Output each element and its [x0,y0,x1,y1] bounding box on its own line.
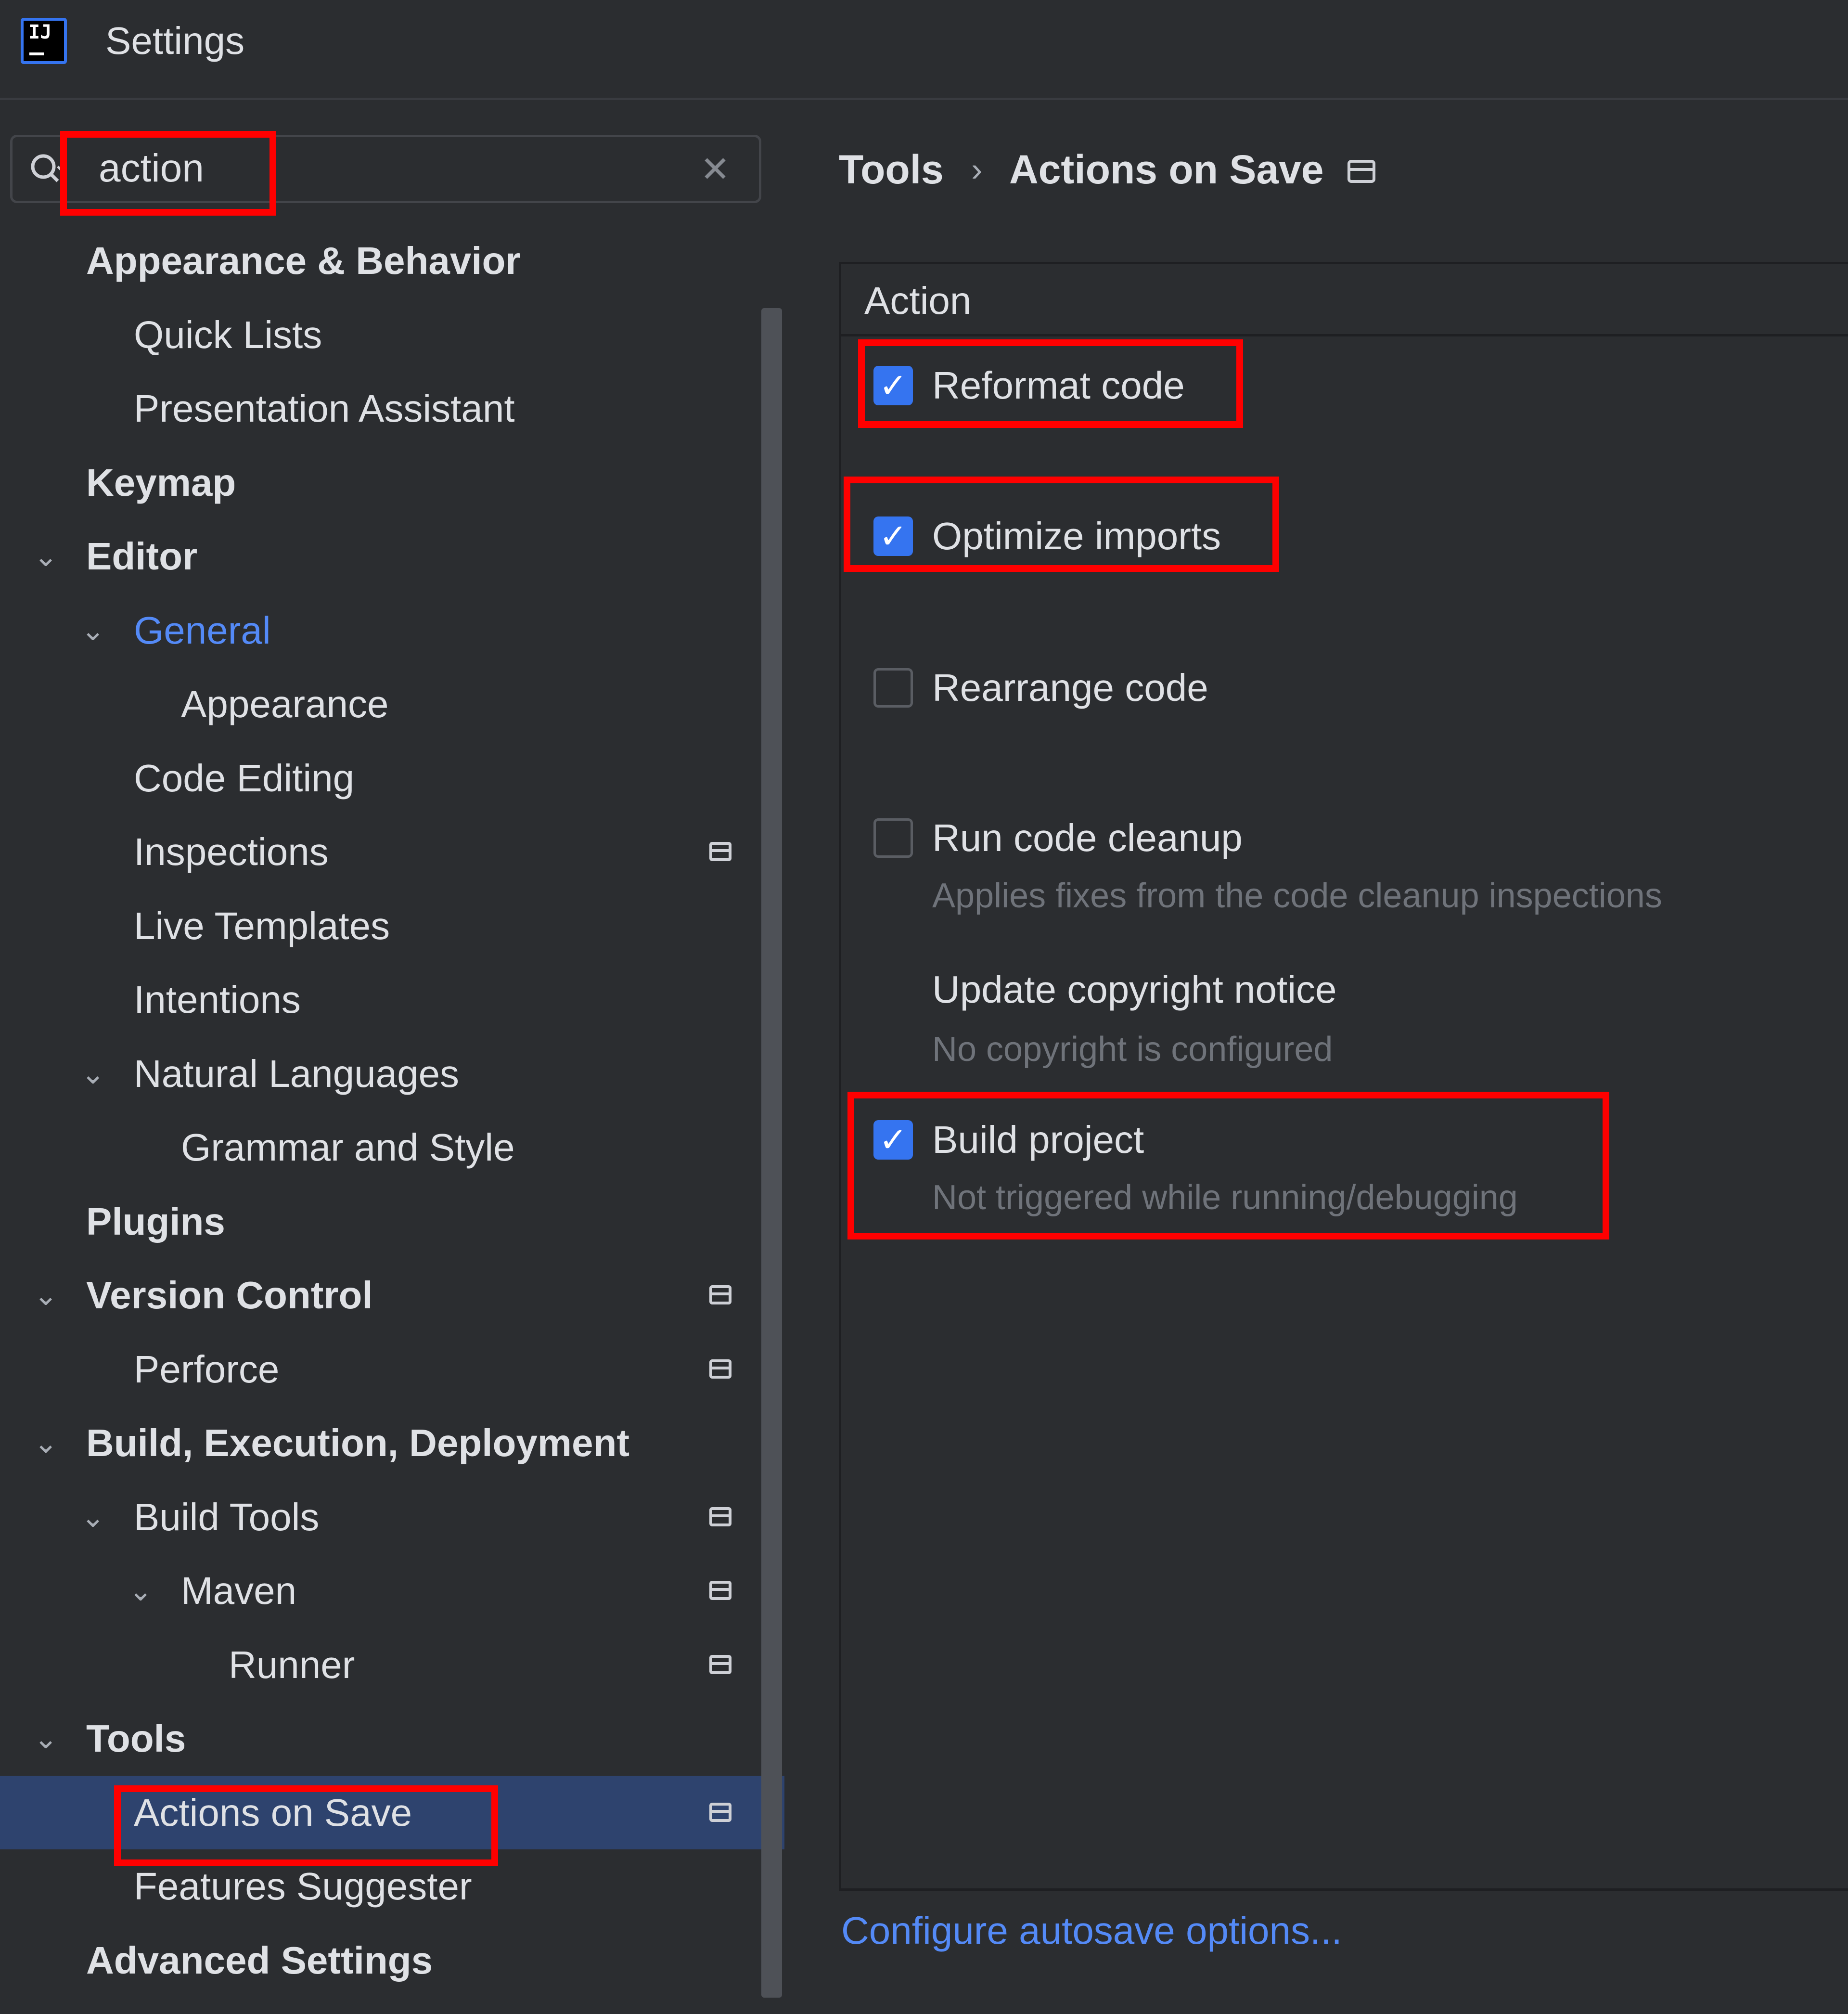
sidebar-item-version-control[interactable]: ⌄ Version Control [0,1258,761,1332]
sidebar-item-label: Live Templates [134,904,390,947]
sidebar-item-build-tools[interactable]: ⌄ Build Tools [0,1480,761,1554]
sidebar-item-perforce[interactable]: Perforce [0,1332,761,1406]
table-header [841,264,1848,336]
sidebar-item-label: Build Tools [134,1495,320,1538]
logo-underscore [29,52,44,55]
project-level-icon [709,1654,732,1674]
sidebar-item-advanced-settings[interactable]: Advanced Settings [0,1924,761,1997]
sidebar-item-label: Appearance [181,683,389,725]
sidebar-item-label: Version Control [86,1274,373,1317]
search-icon[interactable] [28,149,66,188]
sidebar-item-label: Build, Execution, Deployment [86,1421,630,1464]
project-level-icon [709,842,732,861]
sidebar-item-label: Intentions [134,978,301,1021]
search-input[interactable]: action [99,144,204,193]
sidebar-item-label: Runner [229,1643,355,1686]
option-label[interactable]: Update copyright notice [932,963,1337,1016]
sidebar-item-label: Plugins [86,1200,225,1243]
logo-text: IJ [28,21,52,43]
sidebar-item-code-editing[interactable]: Code Editing [0,741,761,815]
sidebar-item-inspections[interactable]: Inspections [0,815,761,889]
sidebar-item-label: Perforce [134,1347,280,1391]
sidebar-item-presentation-assistant[interactable]: Presentation Assistant [0,372,761,445]
sidebar-item-label: Actions on Save [134,1791,412,1834]
breadcrumb-separator-icon: › [971,151,983,188]
sidebar-item-features-suggester[interactable]: Features Suggester [0,1849,761,1923]
actions-table [839,262,1848,1891]
option-description: Applies fixes from the code cleanup insp… [932,877,1662,915]
option-description: No copyright is configured [932,1030,1333,1069]
window-title: Settings [105,19,245,62]
chevron-down-icon[interactable]: ⌄ [34,519,58,593]
sidebar-item-keymap[interactable]: Keymap [0,446,761,519]
close-icon[interactable]: ✕ [700,150,730,189]
sidebar-item-label: Quick Lists [134,313,322,356]
configure-autosave-link[interactable]: Configure autosave options... [841,1904,1342,1957]
sidebar-item-actions-on-save[interactable]: Actions on Save [0,1775,784,1849]
sidebar-item-label: Keymap [86,461,236,504]
checkbox-checked[interactable] [873,366,913,405]
sidebar-item-label: Advanced Settings [86,1938,433,1982]
sidebar-item-natural-languages[interactable]: ⌄ Natural Languages [0,1037,761,1110]
sidebar-item-label: General [134,608,271,652]
project-level-icon [1348,160,1375,183]
option-description: Not triggered while running/debugging [932,1178,1518,1217]
sidebar-item-runner[interactable]: Runner [0,1628,761,1702]
sidebar-item-editor[interactable]: ⌄ Editor [0,519,761,593]
sidebar-item-maven[interactable]: ⌄ Maven [0,1554,761,1627]
chevron-down-icon[interactable]: ⌄ [81,594,105,667]
option-label[interactable]: Build project [932,1113,1144,1166]
sidebar-item-intentions[interactable]: Intentions [0,963,761,1036]
sidebar-item-label: Editor [86,535,198,578]
checkbox[interactable] [873,668,913,708]
option-label[interactable]: Optimize imports [932,510,1221,563]
chevron-down-icon[interactable]: ⌄ [81,1480,105,1554]
sidebar-item-label: Features Suggester [134,1865,472,1908]
checkbox[interactable] [873,818,913,858]
chevron-down-icon[interactable]: ⌄ [128,1554,153,1627]
sidebar-item-plugins[interactable]: Plugins [0,1185,761,1258]
sidebar-item-label: Presentation Assistant [134,387,515,430]
sidebar-item-tools[interactable]: ⌄ Tools [0,1702,761,1775]
project-level-icon [709,1581,732,1600]
project-level-icon [709,1285,732,1304]
intellij-logo-icon: IJ [21,18,67,64]
checkbox-checked[interactable] [873,1120,913,1160]
sidebar-item-label: Maven [181,1569,297,1612]
sidebar-item-appearance-behavior[interactable]: Appearance & Behavior [0,224,761,297]
sidebar-item-general[interactable]: ⌄ General [0,594,761,667]
sidebar-item-appearance[interactable]: Appearance [0,667,761,741]
sidebar-item-label: Grammar and Style [181,1126,515,1169]
project-level-icon [709,1507,732,1526]
chevron-down-icon[interactable]: ⌄ [34,1702,58,1775]
table-header-action: Action [864,279,972,322]
sidebar-item-label: Code Editing [134,756,355,800]
breadcrumb-parent[interactable]: Tools [839,145,944,194]
project-level-icon [709,1359,732,1379]
option-label[interactable]: Run code cleanup [932,812,1243,865]
option-label[interactable]: Reformat code [932,359,1185,412]
sidebar-item-label: Natural Languages [134,1052,460,1095]
sidebar-item-quick-lists[interactable]: Quick Lists [0,298,761,372]
checkbox-checked[interactable] [873,516,913,556]
chevron-down-icon[interactable]: ⌄ [34,1406,58,1480]
sidebar-item-label: Appearance & Behavior [86,239,521,282]
project-level-icon [709,1802,732,1822]
sidebar-item-label: Tools [86,1717,186,1760]
sidebar-item-live-templates[interactable]: Live Templates [0,889,761,963]
sidebar-item-grammar-and-style[interactable]: Grammar and Style [0,1110,761,1184]
sidebar-scrollbar[interactable] [761,308,782,1998]
title-bar [0,0,1848,100]
sidebar-item-build-execution-deployment[interactable]: ⌄ Build, Execution, Deployment [0,1406,761,1480]
chevron-down-icon[interactable]: ⌄ [34,1258,58,1332]
option-label[interactable]: Rearrange code [932,661,1208,714]
sidebar-item-label: Inspections [134,830,329,873]
breadcrumb-current: Actions on Save [1009,147,1324,192]
chevron-down-icon[interactable]: ⌄ [81,1037,105,1110]
